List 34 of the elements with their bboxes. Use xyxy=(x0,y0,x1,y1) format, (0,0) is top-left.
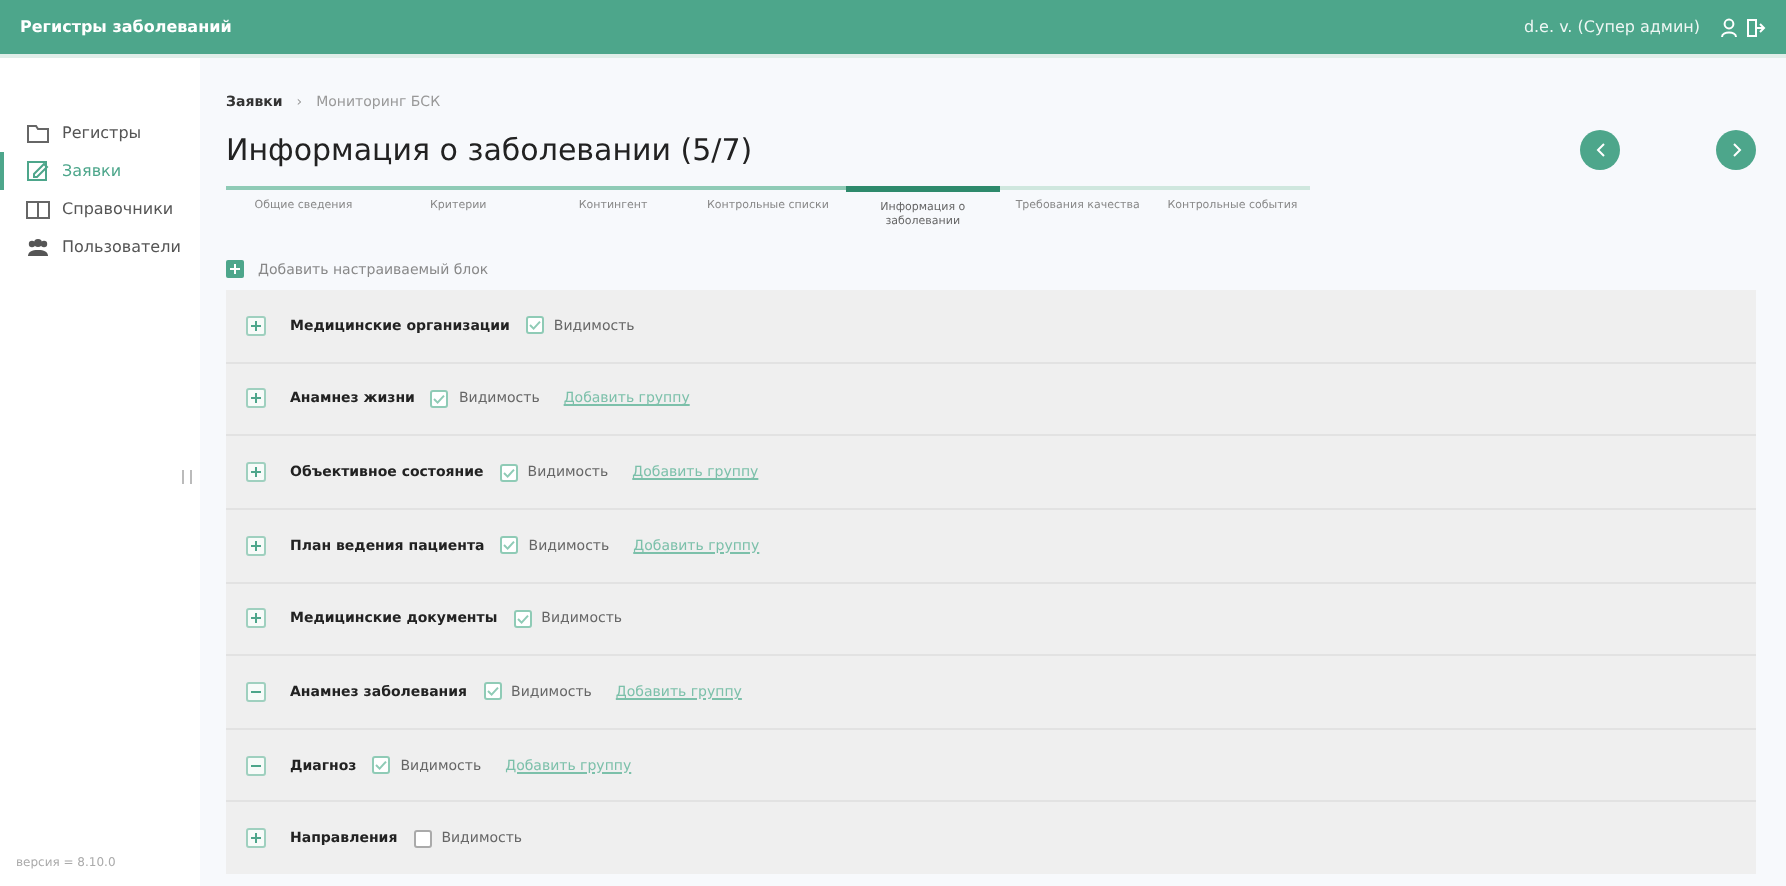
edit-icon xyxy=(26,160,50,182)
logout-icon[interactable] xyxy=(1746,17,1766,37)
checkbox[interactable] xyxy=(513,609,532,628)
chevron-right-icon xyxy=(1731,142,1741,158)
collapse-icon[interactable] xyxy=(246,755,266,776)
expand-icon[interactable] xyxy=(246,315,266,336)
app-title: Регистры заболеваний xyxy=(20,18,234,36)
checkbox[interactable] xyxy=(499,463,518,482)
checkbox[interactable] xyxy=(430,389,449,408)
book-icon xyxy=(26,199,50,219)
checkbox[interactable] xyxy=(483,682,502,701)
users-icon xyxy=(26,237,50,257)
sidebar-item[interactable]: Регистры xyxy=(0,114,200,152)
checkbox[interactable] xyxy=(372,756,391,775)
previous-button[interactable] xyxy=(1580,130,1620,170)
folder-icon xyxy=(26,123,50,143)
chevron-left-icon xyxy=(1595,142,1605,158)
expand-icon[interactable] xyxy=(246,535,266,556)
resize-handle[interactable] xyxy=(182,470,192,484)
user-icon[interactable] xyxy=(1720,17,1738,37)
page-title: Информация о заболевании (5/7) xyxy=(226,132,755,168)
user-name[interactable]: d.e. v. (Супер админ) xyxy=(1523,18,1700,36)
expand-icon[interactable] xyxy=(246,828,266,849)
next-button[interactable] xyxy=(1716,130,1756,170)
expand-icon[interactable] xyxy=(246,608,266,629)
sidebar-item[interactable]: Пользователи xyxy=(0,228,200,266)
collapse-icon[interactable] xyxy=(246,681,266,702)
checkbox[interactable] xyxy=(413,829,432,848)
add-icon[interactable] xyxy=(226,260,244,278)
checkbox[interactable] xyxy=(525,316,544,335)
expand-icon[interactable] xyxy=(246,462,266,483)
sidebar-item[interactable]: Справочники xyxy=(0,190,200,228)
expand-icon[interactable] xyxy=(246,388,266,409)
checkbox[interactable] xyxy=(500,536,519,555)
